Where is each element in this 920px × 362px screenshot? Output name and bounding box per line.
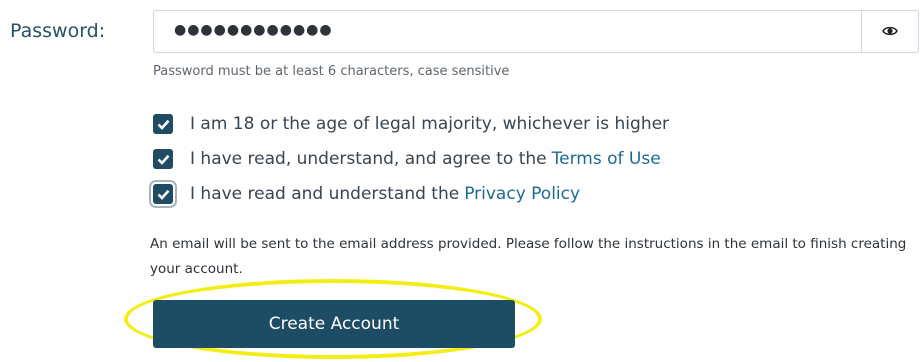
- privacy-checkbox[interactable]: [153, 184, 173, 204]
- checkmark-icon: [157, 154, 169, 165]
- agreement-privacy[interactable]: I have read and understand the Privacy P…: [153, 184, 580, 204]
- password-value[interactable]: ●●●●●●●●●●●●: [174, 22, 333, 38]
- terms-label: I have read, understand, and agree to th…: [190, 149, 547, 169]
- privacy-label: I have read and understand the: [190, 184, 460, 204]
- password-field[interactable]: ●●●●●●●●●●●●: [153, 10, 919, 53]
- terms-of-use-link[interactable]: Terms of Use: [552, 149, 661, 169]
- age-checkbox[interactable]: [153, 114, 173, 134]
- password-label: Password:: [10, 20, 106, 42]
- agreement-terms[interactable]: I have read, understand, and agree to th…: [153, 149, 661, 169]
- show-password-button[interactable]: [861, 11, 918, 52]
- terms-checkbox[interactable]: [153, 149, 173, 169]
- checkmark-icon: [157, 189, 169, 200]
- eye-icon[interactable]: [882, 22, 898, 41]
- agreement-age[interactable]: I am 18 or the age of legal majority, wh…: [153, 114, 669, 134]
- privacy-policy-link[interactable]: Privacy Policy: [464, 184, 580, 204]
- create-account-button[interactable]: Create Account: [153, 300, 515, 348]
- email-instructions: An email will be sent to the email addre…: [150, 236, 907, 277]
- age-label: I am 18 or the age of legal majority, wh…: [190, 114, 670, 134]
- password-hint: Password must be at least 6 characters, …: [153, 64, 510, 79]
- checkmark-icon: [157, 119, 169, 130]
